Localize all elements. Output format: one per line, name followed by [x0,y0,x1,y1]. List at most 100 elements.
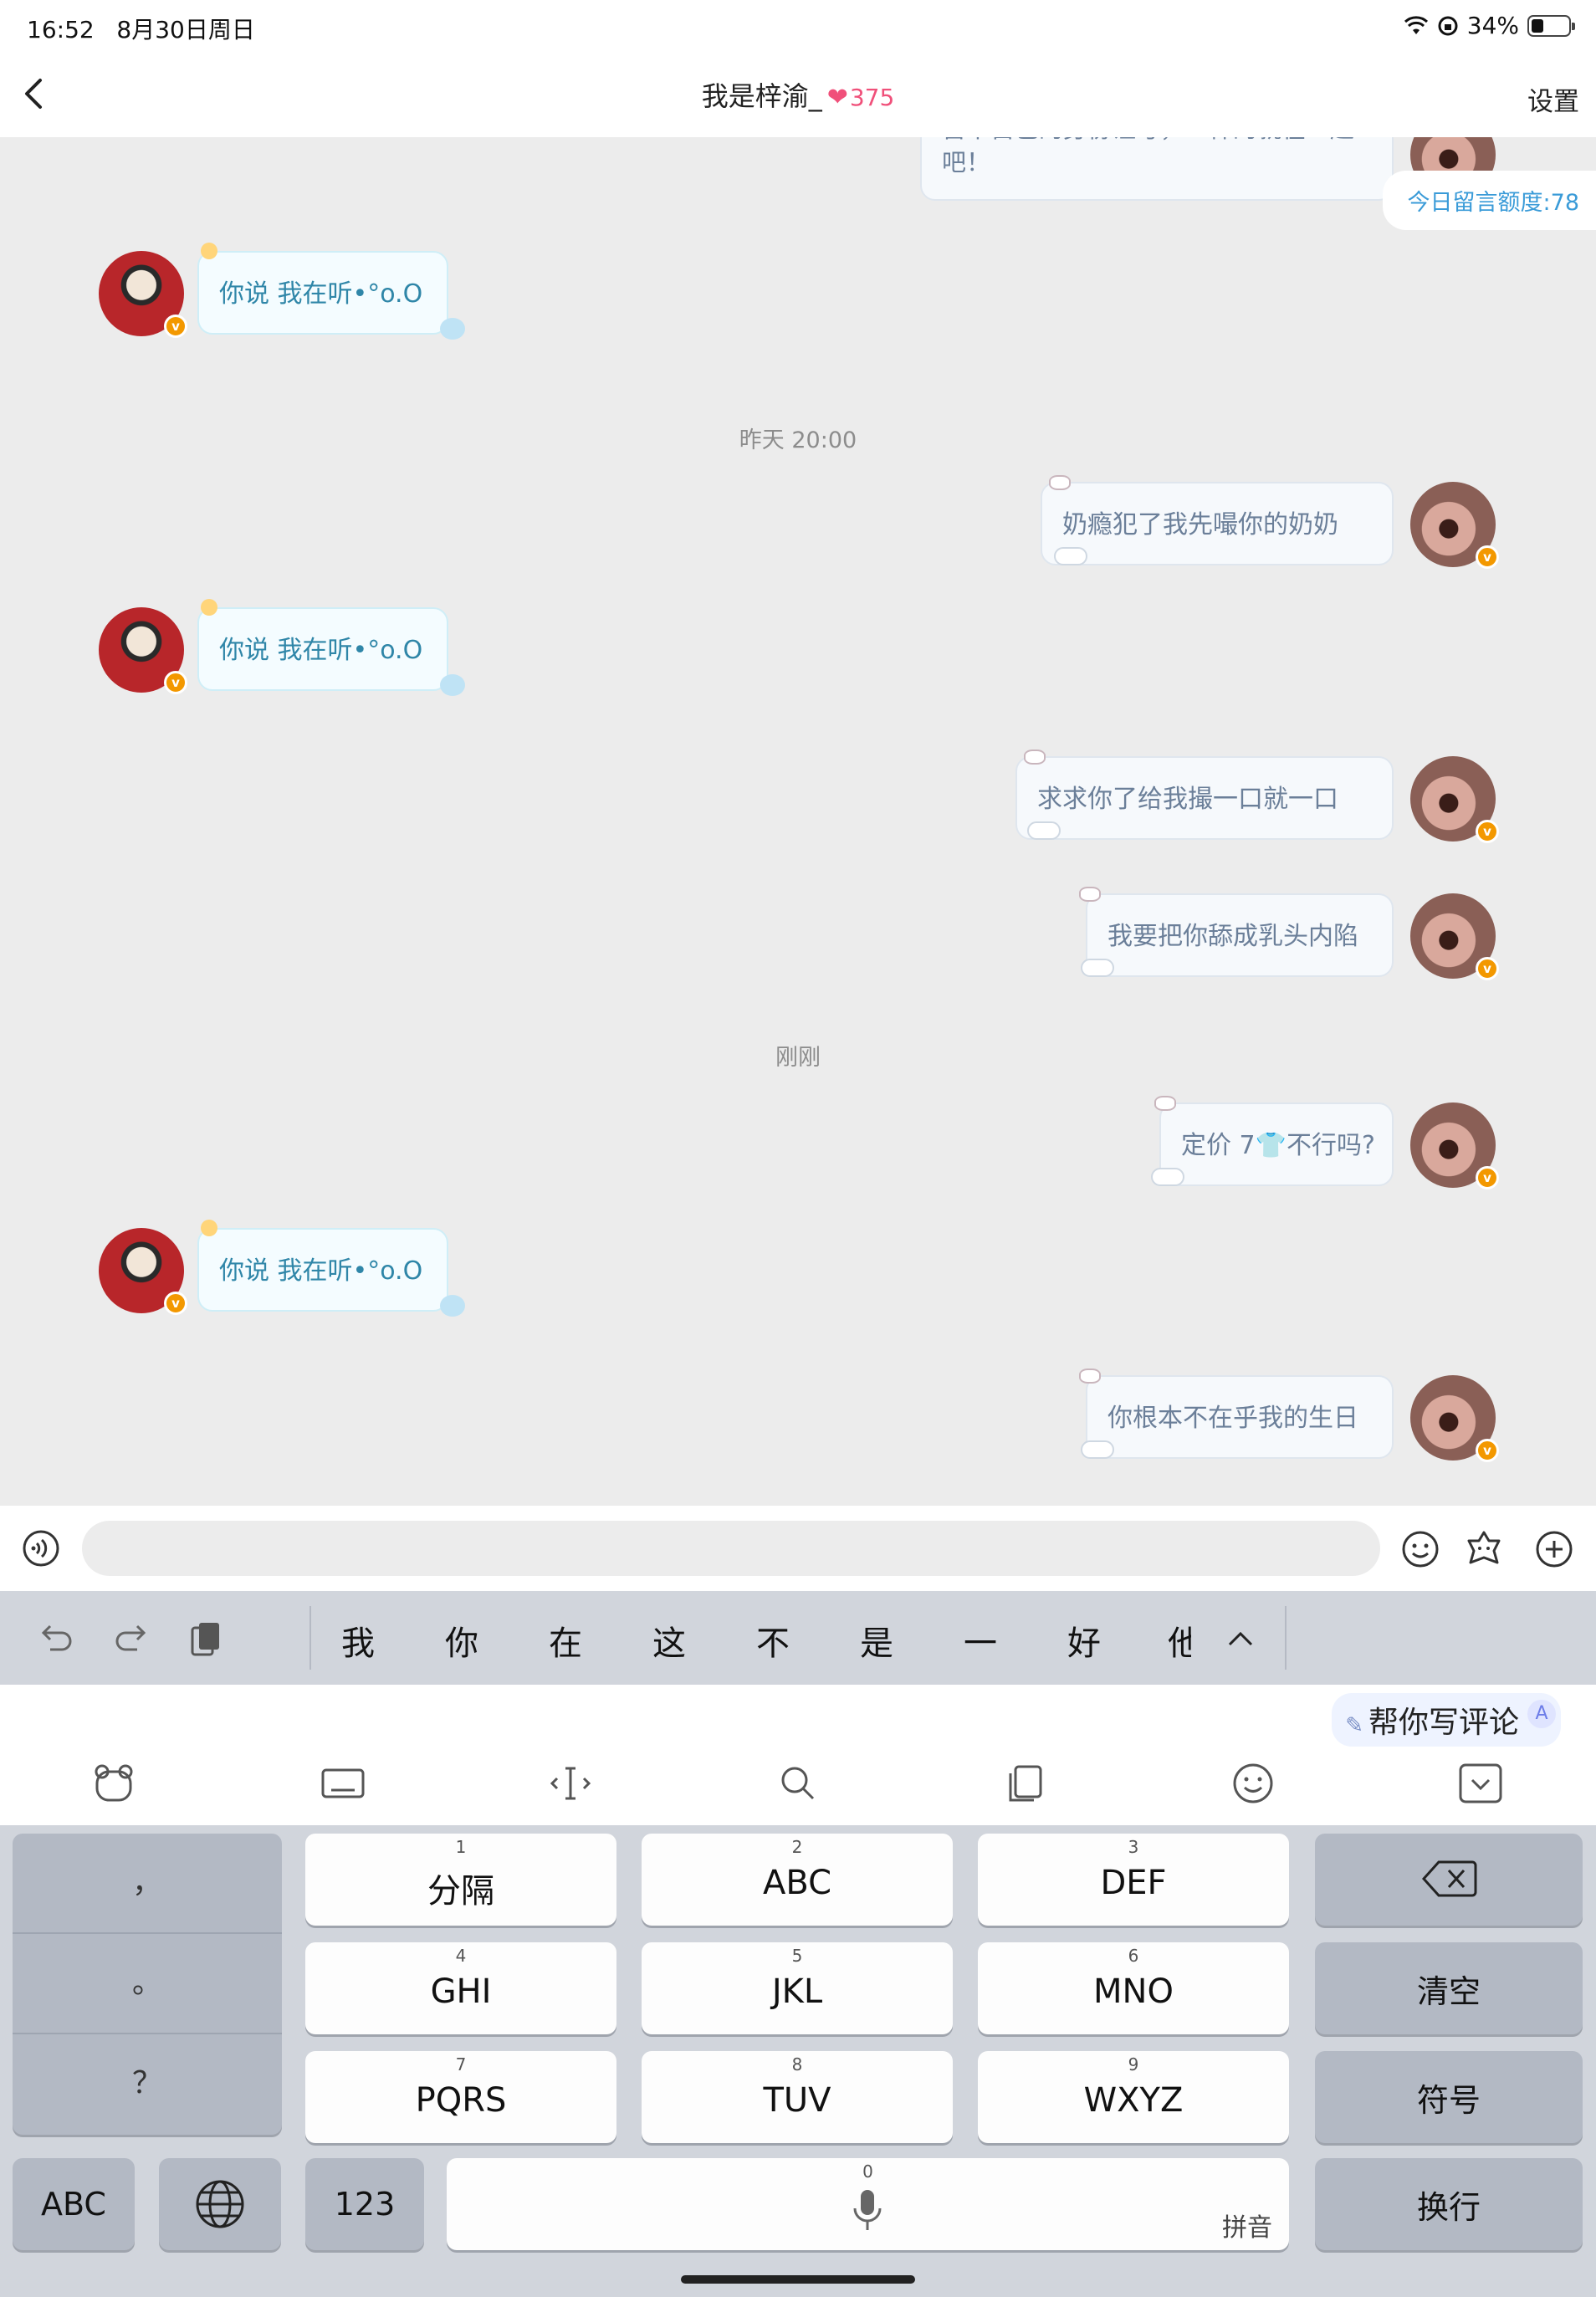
t9-key-2[interactable]: 2 ABC [642,1834,953,1926]
t9-key-3[interactable]: 3 DEF [978,1834,1289,1926]
space-key[interactable]: 0 拼音 [447,2158,1289,2250]
hide-keyboard-icon[interactable] [1457,1760,1504,1807]
clipboard-list-icon[interactable] [1002,1760,1049,1807]
status-time: 16:52 8月30日周日 [27,12,255,45]
avatar-self[interactable]: v [1410,1102,1499,1189]
chat-area[interactable]: 留下自己的身份证号，一样的就在一起吧！ 今日留言额度:78 v 你说 我在听•°… [0,137,1596,1506]
t9-key-1[interactable]: 1 分隔 [305,1834,616,1926]
avatar-contact[interactable]: v [99,251,187,338]
timestamp: 昨天 20:00 [739,427,857,453]
backspace-icon [1422,1860,1477,1897]
search-icon[interactable] [775,1760,821,1807]
enter-key[interactable]: 换行 [1315,2158,1583,2250]
message-bubble-partial[interactable]: 留下自己的身份证号，一样的就在一起吧！ [920,137,1394,201]
message-bubble[interactable]: 奶瘾犯了我先嘬你的奶奶 [1041,482,1394,565]
key-number: 3 [1128,1837,1139,1857]
emoji-icon[interactable] [1230,1760,1276,1807]
number-mode-key[interactable]: 123 [305,2158,424,2250]
avatar-contact[interactable]: v [99,1228,187,1315]
message-bubble[interactable]: 你根本不在乎我的生日 [1086,1375,1394,1459]
message-bubble[interactable]: 你说 我在听•°o.O [197,1228,448,1312]
clear-key[interactable]: 清空 [1315,1942,1583,2034]
wifi-icon [1404,15,1428,34]
candidate-word[interactable]: 一 [964,1616,997,1665]
home-indicator[interactable] [681,2275,915,2284]
key-label: JKL [771,1972,823,2011]
nav-bar: 我是梓渝_ ❤375 设置 [0,52,1596,137]
candidate-word[interactable]: 他 [1168,1616,1191,1665]
verified-badge-icon: v [1476,1166,1499,1189]
bow-sticker-icon [1154,1096,1176,1111]
bow-sticker-icon [1079,887,1101,902]
keyboard-icon[interactable] [320,1760,366,1807]
message-input[interactable] [82,1521,1380,1576]
verified-badge-icon: v [1476,1439,1499,1462]
key-number: 6 [1128,1946,1139,1966]
voice-icon[interactable] [22,1529,60,1568]
ai-write-comment-button[interactable]: ✎ 帮你写评论 A [1332,1693,1561,1747]
t9-key-4[interactable]: 4 GHI [305,1942,616,2034]
message-bubble[interactable]: 求求你了给我撮一口就一口 [1015,756,1394,840]
status-indicators: 34% [1404,12,1575,39]
undo-icon[interactable] [33,1616,79,1661]
backspace-key[interactable] [1315,1834,1583,1926]
verified-badge-icon: v [164,315,187,338]
avatar-self[interactable]: v [1410,482,1499,569]
sticker-icon[interactable] [1464,1529,1504,1569]
status-bar: 16:52 8月30日周日 34% [0,0,1596,52]
redo-icon[interactable] [109,1616,154,1661]
message-bubble[interactable]: 我要把你舔成乳头内陷 [1086,893,1394,977]
globe-key[interactable] [159,2158,281,2250]
verified-badge-icon: v [1476,820,1499,843]
candidate-word[interactable]: 好 [1067,1616,1101,1665]
comma-key[interactable]: ， [13,1834,282,1932]
plus-icon[interactable] [1534,1529,1574,1569]
message-bubble[interactable]: 你说 我在听•°o.O [197,251,448,335]
pinyin-label: 拼音 [1222,2213,1272,2243]
t9-key-5[interactable]: 5 JKL [642,1942,953,2034]
t9-key-6[interactable]: 6 MNO [978,1942,1289,2034]
message-bubble[interactable]: 定价 7👕不行吗? [1159,1102,1394,1186]
candidate-word[interactable]: 不 [756,1616,790,1665]
message-bubble[interactable]: 你说 我在听•°o.O [197,607,448,691]
verified-badge-icon: v [164,1292,187,1315]
clipboard-icon[interactable] [184,1616,229,1661]
chat-title[interactable]: 我是梓渝_ ❤375 [0,75,1596,114]
battery-icon [1527,14,1575,37]
t9-key-8[interactable]: 8 TUV [642,2051,953,2143]
divider [1285,1606,1287,1670]
key-number: 7 [455,2054,467,2074]
flower-sticker-icon [201,1220,217,1236]
flower-sticker-icon [201,243,217,259]
avatar-self[interactable]: v [1410,893,1499,980]
t9-key-7[interactable]: 7 PQRS [305,2051,616,2143]
avatar-contact[interactable]: v [99,607,187,694]
key-label: ABC [762,1864,832,1902]
abc-key[interactable]: ABC [13,2158,135,2250]
globe-icon [196,2180,244,2228]
key-number: 9 [1128,2054,1139,2074]
avatar-self[interactable]: v [1410,1375,1499,1462]
question-key[interactable]: ？ [13,2034,282,2133]
candidate-word[interactable]: 我 [341,1616,375,1665]
candidate-word[interactable]: 这 [652,1616,686,1665]
t9-key-9[interactable]: 9 WXYZ [978,2051,1289,2143]
key-label: 换行 [1416,2188,1481,2226]
bow-sticker-icon [1024,749,1046,765]
period-key[interactable]: 。 [13,1934,282,2033]
pen-icon: ✎ [1345,1713,1363,1738]
key-label: 123 [334,2186,396,2223]
candidate-word[interactable]: 你 [445,1616,478,1665]
heart-icon: ❤ [826,83,848,112]
symbols-key[interactable]: 符号 [1315,2051,1583,2143]
key-number: 2 [791,1837,803,1857]
chevron-up-icon[interactable] [1218,1616,1263,1661]
candidate-word[interactable]: 在 [549,1616,582,1665]
emoji-icon[interactable] [1400,1529,1440,1569]
baidu-bear-icon[interactable] [90,1760,137,1807]
settings-button[interactable]: 设置 [1527,80,1579,118]
avatar-self[interactable]: v [1410,756,1499,843]
cursor-move-icon[interactable] [547,1760,594,1807]
candidate-word[interactable]: 是 [860,1616,893,1665]
cloud-sticker-icon [1151,1168,1184,1186]
